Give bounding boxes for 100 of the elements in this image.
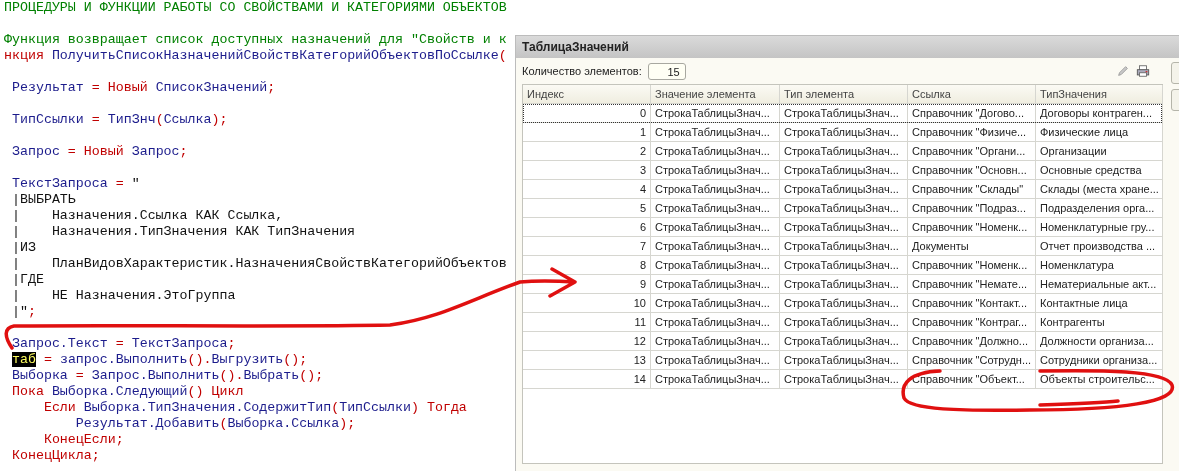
table-cell: Справочник "Должно...: [912, 335, 1029, 347]
table-cell: Объекты строительс...: [1040, 373, 1155, 385]
code-line: Функция возвращает список доступных назначений для "Свойств и к: [4, 32, 507, 47]
table-cell: 6: [639, 221, 646, 233]
code-line: ТекстЗапроса = ": [10, 176, 140, 191]
table-cell: Справочник "Органи...: [912, 145, 1026, 157]
code-line: | ПланВидовХарактеристик.НазначенияСвойствКатегорийОбъектов: [10, 256, 507, 271]
table-cell: СтрокаТаблицыЗнач...: [655, 221, 770, 233]
table-row[interactable]: 1 СтрокаТаблицыЗнач... СтрокаТаблицыЗнач... Справочник "Физиче... Физические лица: [523, 123, 1162, 142]
table-cell: 1: [639, 126, 646, 138]
table-row[interactable]: 0 СтрокаТаблицыЗнач... СтрокаТаблицыЗнач... Справочник "Догово... Договоры контраген...: [523, 104, 1162, 123]
table-cell: СтрокаТаблицыЗнач...: [784, 354, 899, 366]
table-cell: СтрокаТаблицыЗнач...: [655, 278, 770, 290]
table-row[interactable]: 3 СтрокаТаблицыЗнач... СтрокаТаблицыЗнач... Справочник "Основн... Основные средства: [523, 161, 1162, 180]
table-cell: 11: [634, 316, 646, 328]
column-header[interactable]: ТипЗначения: [1036, 85, 1163, 104]
table-cell: СтрокаТаблицыЗнач...: [655, 126, 770, 138]
table-cell: 9: [639, 278, 646, 290]
table-cell: Нематериальные акт...: [1040, 278, 1157, 290]
table-cell: Организации: [1040, 145, 1107, 157]
table-cell: СтрокаТаблицыЗнач...: [784, 202, 899, 214]
table-row[interactable]: 7 СтрокаТаблицыЗнач... СтрокаТаблицыЗнач... Документы Отчет производства ...: [523, 237, 1162, 256]
table-row[interactable]: 5 СтрокаТаблицыЗнач... СтрокаТаблицыЗнач... Справочник "Подраз... Подразделения орга...: [523, 199, 1162, 218]
table-cell: СтрокаТаблицыЗнач...: [784, 373, 899, 385]
table-cell: 14: [633, 373, 646, 385]
table-cell: СтрокаТаблицыЗнач...: [784, 183, 899, 195]
table-cell: СтрокаТаблицыЗнач...: [784, 316, 899, 328]
column-header[interactable]: Ссылка: [908, 85, 1036, 104]
table-cell: Справочник "Физиче...: [912, 126, 1027, 138]
count-field[interactable]: 15: [647, 62, 686, 80]
code-line: КонецЦикла;: [10, 448, 100, 463]
code-line: КонецЕсли;: [42, 432, 124, 447]
table-cell: СтрокаТаблицыЗнач...: [784, 221, 899, 233]
table-cell: Справочник "Сотрудн...: [912, 354, 1032, 366]
table-cell: 2: [639, 145, 646, 157]
code-line: |ИЗ: [10, 240, 36, 255]
code-line: |ВЫБРАТЬ: [10, 192, 76, 207]
table-row[interactable]: 14 СтрокаТаблицыЗнач... СтрокаТаблицыЗнач... Справочник "Объект... Объекты строительс...: [523, 370, 1162, 389]
table-cell: СтрокаТаблицыЗнач...: [784, 145, 899, 157]
table-cell: СтрокаТаблицыЗнач...: [784, 278, 899, 290]
table-cell: СтрокаТаблицыЗнач...: [655, 202, 770, 214]
table-cell: Склады (места хране...: [1040, 183, 1159, 195]
table-row[interactable]: 13 СтрокаТаблицыЗнач... СтрокаТаблицыЗнач... Справочник "Сотрудн... Сотрудники организа...: [523, 351, 1162, 370]
table-cell: СтрокаТаблицыЗнач...: [655, 316, 770, 328]
table-cell: Справочник "Контраг...: [912, 316, 1028, 328]
table-row[interactable]: 11 СтрокаТаблицыЗнач... СтрокаТаблицыЗнач... Справочник "Контраг... Контрагенты: [523, 313, 1162, 332]
table-cell: Справочник "Номенк...: [912, 221, 1028, 233]
table-cell: СтрокаТаблицыЗнач...: [784, 335, 899, 347]
table-row[interactable]: 12 СтрокаТаблицыЗнач... СтрокаТаблицыЗнач... Справочник "Должно... Должности организа...: [523, 332, 1162, 351]
column-header[interactable]: Значение элемента: [651, 85, 780, 104]
table-cell: СтрокаТаблицыЗнач...: [655, 240, 770, 252]
table-cell: Справочник "Догово...: [912, 107, 1025, 119]
code-line: Пока Выборка.Следующий() Цикл: [10, 384, 244, 399]
code-line: Результат.Добавить(Выборка.Ссылка);: [74, 416, 356, 431]
table-cell: Договоры контраген...: [1040, 107, 1153, 119]
table-cell: СтрокаТаблицыЗнач...: [784, 240, 899, 252]
code-line: Результат = Новый СписокЗначений;: [10, 80, 276, 95]
table-cell: СтрокаТаблицыЗнач...: [784, 126, 899, 138]
window-title: ТаблицаЗначений: [516, 36, 1179, 58]
code-line: Запрос.Текст = ТекстЗапроса;: [10, 336, 236, 351]
column-header[interactable]: Индекс: [523, 85, 651, 104]
table-cell: Основные средства: [1040, 164, 1142, 176]
table-cell: 12: [633, 335, 646, 347]
pencil-icon[interactable]: [1116, 64, 1130, 78]
table-cell: Справочник "Подраз...: [912, 202, 1026, 214]
table-cell: Справочник "Контакт...: [912, 297, 1027, 309]
table-row[interactable]: 2 СтрокаТаблицыЗнач... СтрокаТаблицыЗнач... Справочник "Органи... Организации: [523, 142, 1162, 161]
table-cell: СтрокаТаблицыЗнач...: [655, 335, 770, 347]
code-line: | Назначения.ТипЗначения КАК ТипЗначения: [10, 224, 356, 239]
table-cell: Физические лица: [1040, 126, 1129, 138]
table-cell: 0: [639, 107, 646, 119]
table-cell: СтрокаТаблицыЗнач...: [655, 183, 770, 195]
code-line: |";: [10, 304, 36, 319]
code-line: Если Выборка.ТипЗначения.СодержитТип(ТипСсылки) Тогда: [42, 400, 467, 415]
table-cell: 13: [633, 354, 646, 366]
printer-icon[interactable]: [1136, 64, 1150, 78]
code-line: Выборка = Запрос.Выполнить().Выбрать();: [10, 368, 324, 383]
table-cell: 10: [633, 297, 646, 309]
table-cell: Номенклатурные гру...: [1040, 221, 1155, 233]
code-line: ТипСсылки = ТипЗнч(Ссылка);: [10, 112, 228, 127]
table-cell: Справочник "Основн...: [912, 164, 1027, 176]
column-header[interactable]: Тип элемента: [780, 85, 908, 104]
table-cell: СтрокаТаблицыЗнач...: [784, 107, 899, 119]
table-cell: 4: [639, 183, 646, 195]
table-row[interactable]: 4 СтрокаТаблицыЗнач... СтрокаТаблицыЗнач... Справочник "Склады" Склады (места хране...: [523, 180, 1162, 199]
table-cell: СтрокаТаблицыЗнач...: [784, 164, 899, 176]
table-cell: Справочник "Номенк...: [912, 259, 1028, 271]
table-row[interactable]: 8 СтрокаТаблицыЗнач... СтрокаТаблицыЗнач... Справочник "Номенк... Номенклатура: [523, 256, 1162, 275]
table-cell: СтрокаТаблицыЗнач...: [655, 373, 770, 385]
table-cell: Справочник "Склады": [912, 183, 1024, 195]
table-row[interactable]: 10 СтрокаТаблицыЗнач... СтрокаТаблицыЗнач... Справочник "Контакт... Контактные лица: [523, 294, 1162, 313]
code-line: Запрос = Новый Запрос;: [10, 144, 188, 159]
table-cell: Контрагенты: [1040, 316, 1105, 328]
table-cell: Справочник "Немате...: [912, 278, 1028, 290]
table-cell: Подразделения орга...: [1040, 202, 1155, 214]
table-row[interactable]: 9 СтрокаТаблицыЗнач... СтрокаТаблицыЗнач... Справочник "Немате... Нематериальные акт...: [523, 275, 1162, 294]
table-cell: СтрокаТаблицыЗнач...: [784, 297, 899, 309]
code-line: | НЕ Назначения.ЭтоГруппа: [10, 288, 236, 303]
table-row[interactable]: 6 СтрокаТаблицыЗнач... СтрокаТаблицыЗнач... Справочник "Номенк... Номенклатурные гру...: [523, 218, 1162, 237]
table-cell: 5: [639, 202, 646, 214]
